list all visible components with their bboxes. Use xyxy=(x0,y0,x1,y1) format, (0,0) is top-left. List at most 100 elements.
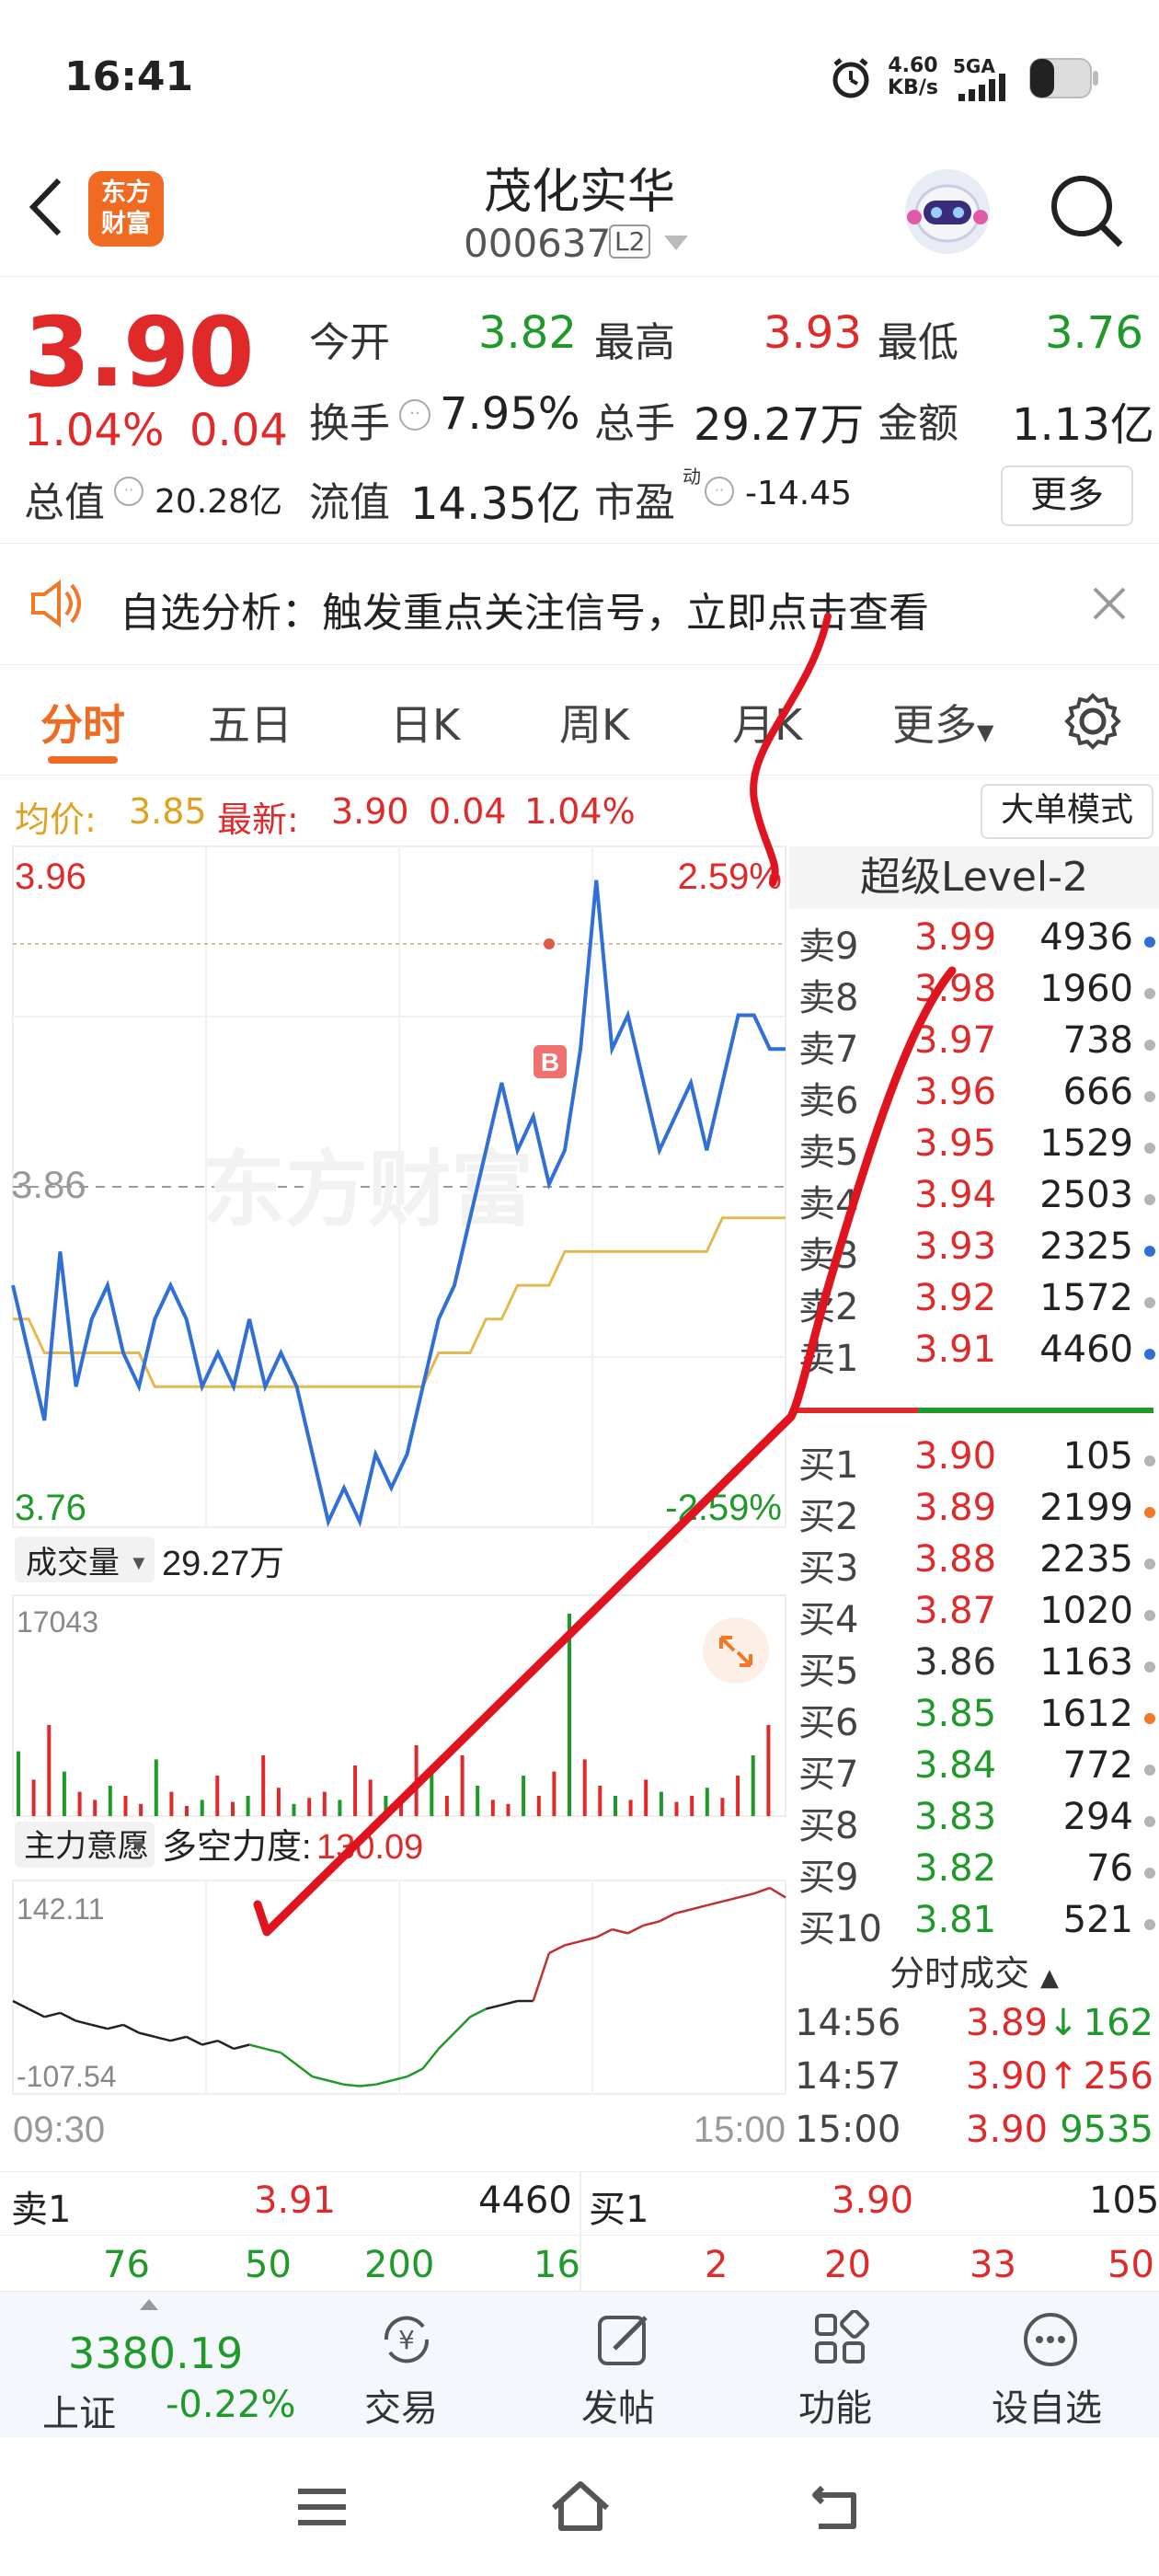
bid-row[interactable]: 买4 3.87 1020 xyxy=(789,1590,1159,1641)
ask-volume: 666 xyxy=(1062,1071,1133,1113)
chevron-down-icon: ▼ xyxy=(129,1551,149,1574)
info-icon[interactable]: ·· xyxy=(114,477,143,506)
stock-code-row[interactable]: 000637 L2 xyxy=(460,221,736,267)
high-label: 最高 xyxy=(594,319,675,366)
gear-icon[interactable] xyxy=(1063,692,1122,751)
ask-row[interactable]: 卖1 3.91 4460 xyxy=(789,1328,1159,1380)
bid-row[interactable]: 买8 3.83 294 xyxy=(789,1796,1159,1847)
tab-month-k[interactable]: 月K xyxy=(732,692,802,753)
ask-row[interactable]: 卖9 3.99 4936 xyxy=(789,916,1159,968)
level2-title[interactable]: 超级Level-2 xyxy=(789,846,1159,909)
index-change[interactable]: -0.22% xyxy=(166,2384,296,2426)
expand-button[interactable] xyxy=(703,1617,769,1684)
pct-min-label: -2.59% xyxy=(665,1488,782,1528)
tab-day-k[interactable]: 日K xyxy=(390,692,460,753)
more-button[interactable]: 更多 xyxy=(1001,466,1133,526)
avg-label: 均价: xyxy=(15,799,97,840)
float-value: 14.35亿 xyxy=(410,478,581,530)
bid-level-label: 买7 xyxy=(798,1754,859,1796)
tick-row: 14:57 3.90↑ 256 xyxy=(789,2055,1159,2107)
bottom-nav: 3380.19 上证 -0.22% ¥ 交易 发帖 功能 设自选 xyxy=(0,2291,1159,2439)
bid-row[interactable]: 买6 3.85 1612 xyxy=(789,1693,1159,1744)
volume-bar xyxy=(338,1800,342,1816)
bid-level-label: 买5 xyxy=(798,1650,859,1693)
tab-intraday[interactable]: 分时 xyxy=(40,692,125,753)
bid-row[interactable]: 买1 3.90 105 xyxy=(789,1435,1159,1487)
info-icon[interactable]: ·· xyxy=(705,477,734,506)
expand-up-icon[interactable] xyxy=(138,2297,160,2312)
volume-bar xyxy=(674,1801,679,1816)
ticks-title[interactable]: 分时成交 ▲ xyxy=(789,1945,1159,1995)
bid-row[interactable]: 买10 3.81 521 xyxy=(789,1899,1159,1950)
back-nav-icon[interactable] xyxy=(809,2480,865,2532)
active-tab-indicator xyxy=(48,756,118,764)
ask-queue-item: 16 xyxy=(534,2244,580,2286)
tick-volume: 256 xyxy=(1083,2055,1153,2098)
bid-row[interactable]: 买9 3.82 76 xyxy=(789,1847,1159,1899)
pct-max-label: 2.59% xyxy=(678,857,782,897)
ask-level-label: 卖3 xyxy=(798,1235,859,1277)
chart-area[interactable]: 东方财富 B 3.96 2.59% 3.86 3.76 -2.59% 成交量 ▼… xyxy=(0,841,789,2171)
ask-row[interactable]: 卖7 3.97 738 xyxy=(789,1019,1159,1071)
index-value[interactable]: 3380.19 xyxy=(68,2329,243,2378)
volume-value: 29.27万 xyxy=(694,399,865,451)
back-icon[interactable] xyxy=(26,175,66,239)
ask-price: 3.91 xyxy=(914,1328,997,1371)
nav-add-watchlist[interactable]: 设自选 xyxy=(990,2306,1119,2435)
ask-volume: 4460 xyxy=(1039,1328,1133,1371)
force-line-segment xyxy=(359,2083,376,2087)
nav-post-label: 发帖 xyxy=(581,2387,655,2430)
menu-icon[interactable] xyxy=(294,2484,350,2530)
order-dot-icon xyxy=(1144,1765,1155,1776)
big-order-mode-button[interactable]: 大单模式 xyxy=(981,784,1153,839)
tab-week-k[interactable]: 周K xyxy=(559,692,629,753)
ask-row[interactable]: 卖8 3.98 1960 xyxy=(789,968,1159,1019)
ask-price: 3.98 xyxy=(914,968,997,1010)
buy-ratio-bar xyxy=(918,1408,1153,1413)
index-name[interactable]: 上证 xyxy=(42,2384,116,2437)
volume-bar xyxy=(568,1614,571,1816)
ask-level-label: 卖5 xyxy=(798,1132,859,1174)
ask-row[interactable]: 卖2 3.92 1572 xyxy=(789,1277,1159,1328)
ask-volume: 1572 xyxy=(1039,1277,1133,1319)
order-dot-icon xyxy=(1144,1455,1155,1466)
ask-price: 3.93 xyxy=(914,1225,997,1268)
bid-row[interactable]: 买3 3.88 2235 xyxy=(789,1538,1159,1590)
nav-trade[interactable]: ¥ 交易 xyxy=(359,2306,451,2435)
sell-ratio-bar xyxy=(795,1408,918,1413)
assistant-robot-icon[interactable] xyxy=(901,166,993,258)
notice-bar[interactable]: 自选分析：触发重点关注信号，立即点击查看 xyxy=(0,545,1159,665)
tab-five-day[interactable]: 五日 xyxy=(208,692,293,753)
search-icon[interactable] xyxy=(1049,173,1124,248)
ask-row[interactable]: 卖6 3.96 666 xyxy=(789,1071,1159,1122)
ask-price: 3.94 xyxy=(914,1174,997,1216)
bid-row[interactable]: 买2 3.89 2199 xyxy=(789,1487,1159,1538)
price-mid-label: 3.86 xyxy=(11,1163,86,1206)
price-max-label: 3.96 xyxy=(15,857,86,897)
nav-functions[interactable]: 功能 xyxy=(795,2306,887,2435)
volume-bar xyxy=(430,1771,434,1816)
ask-row[interactable]: 卖5 3.95 1529 xyxy=(789,1122,1159,1174)
pe-superscript: 动 xyxy=(683,466,701,488)
power-label: 多空力度: xyxy=(162,1828,312,1867)
order-dot-icon xyxy=(1144,988,1155,999)
bid-row[interactable]: 买5 3.86 1163 xyxy=(789,1641,1159,1693)
ask-price: 3.92 xyxy=(914,1277,997,1319)
bid-row[interactable]: 买7 3.84 772 xyxy=(789,1744,1159,1796)
bottom-bid-price: 3.90 xyxy=(832,2179,914,2222)
info-icon[interactable]: ·· xyxy=(399,399,430,431)
notice-text: 自选分析：触发重点关注信号，立即点击查看 xyxy=(120,590,929,637)
home-icon[interactable] xyxy=(548,2477,613,2534)
nav-post[interactable]: 发帖 xyxy=(576,2306,668,2435)
bid-price: 3.87 xyxy=(914,1590,997,1632)
net-speed-unit: KB/s xyxy=(888,76,938,99)
close-icon[interactable] xyxy=(1091,585,1128,622)
net-speed-value: 4.60 xyxy=(888,54,938,77)
ask-level-label: 卖2 xyxy=(798,1286,859,1328)
ask-row[interactable]: 卖4 3.94 2503 xyxy=(789,1174,1159,1225)
ask-queue-item: 76 xyxy=(103,2244,150,2286)
tab-more[interactable]: 更多▼ xyxy=(892,692,993,753)
bid-volume: 2199 xyxy=(1039,1487,1133,1529)
bid-price: 3.88 xyxy=(914,1538,997,1581)
ask-row[interactable]: 卖3 3.93 2325 xyxy=(789,1225,1159,1277)
